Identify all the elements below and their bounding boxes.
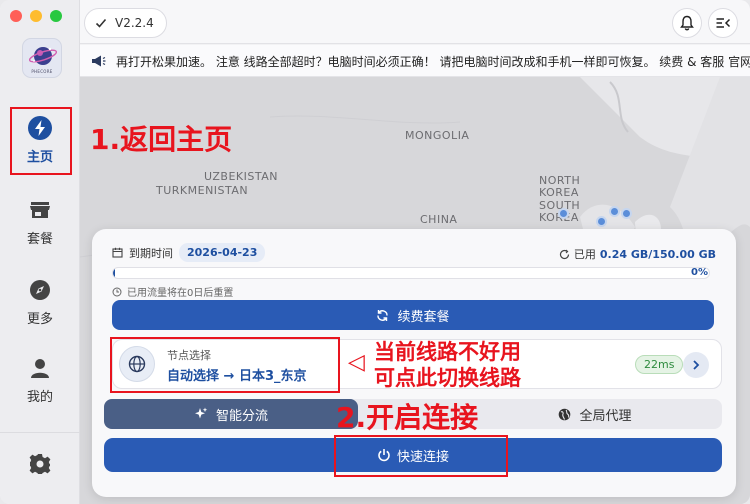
annotation-switch-line-2: 可点此切换线路 <box>374 366 521 390</box>
annotation-arrow: ◁ <box>348 350 365 375</box>
renew-plan-label: 续费套餐 <box>397 309 450 325</box>
map-label-korea-north: KOREA <box>539 186 579 199</box>
version-badge[interactable]: V2.2.4 <box>84 8 167 38</box>
clock-icon <box>112 287 122 296</box>
server-location-dot[interactable] <box>621 208 632 219</box>
usage-progress-fill <box>113 268 115 278</box>
sparkle-icon <box>194 407 208 419</box>
expiry-label: 到期时间 <box>129 246 173 260</box>
sidebar-item-label: 套餐 <box>26 232 53 247</box>
top-bar: V2.2.4 <box>80 0 750 44</box>
map-label-mongolia: MONGOLIA <box>405 129 470 142</box>
menu-collapse-button[interactable] <box>708 8 738 38</box>
reset-text: 已用流量将在0日后重置 <box>127 288 234 299</box>
usage-progress-bar <box>112 267 710 279</box>
app-window: PHECORE 主页 套餐 更多 我的 V2.2.4 再打开松果加速。 注意 线… <box>0 0 750 504</box>
map-label-china: CHINA <box>420 213 458 226</box>
megaphone-icon <box>92 55 106 67</box>
chevron-right-icon <box>693 360 700 370</box>
map-label-uzbekistan: UZBEKISTAN <box>204 170 278 183</box>
notifications-button[interactable] <box>672 8 702 38</box>
bell-icon <box>680 15 694 31</box>
refresh-circle-icon <box>559 249 570 259</box>
window-minimize-button[interactable] <box>30 10 42 22</box>
checkmark-icon <box>95 18 107 28</box>
sidebar-item-more[interactable]: 更多 <box>8 270 72 332</box>
announcement-text: 再打开松果加速。 注意 线路全部超时？电脑时间必须正确！ 请把电脑时间改成和手机… <box>116 55 750 69</box>
announcement-bar: 再打开松果加速。 注意 线路全部超时？电脑时间必须正确！ 请把电脑时间改成和手机… <box>80 45 750 77</box>
usage-row: 已用 0.24 GB/150.00 GB <box>559 246 716 262</box>
usage-value: 0.24 GB/150.00 GB <box>599 247 716 261</box>
compass-icon <box>30 280 50 300</box>
sidebar-divider <box>0 432 80 433</box>
usage-percent: 0% <box>691 267 708 278</box>
logo-text: PHECORE <box>31 69 53 74</box>
node-next-button[interactable] <box>683 352 709 378</box>
sidebar-item-plans[interactable]: 套餐 <box>8 190 72 252</box>
version-text: V2.2.4 <box>115 16 154 30</box>
reset-row: 已用流量将在0日后重置 <box>112 284 233 299</box>
app-logo: PHECORE <box>22 38 62 78</box>
annotation-node-box <box>110 337 340 393</box>
sidebar-item-label: 更多 <box>26 312 53 327</box>
window-zoom-button[interactable] <box>50 10 62 22</box>
server-location-dot[interactable] <box>609 206 620 217</box>
gear-icon[interactable] <box>28 452 52 476</box>
server-location-dot[interactable] <box>558 208 569 219</box>
mode-smart-label: 智能分流 <box>215 408 268 424</box>
mode-global-button[interactable]: 全局代理 <box>468 399 722 429</box>
annotation-home-box <box>10 107 72 175</box>
usage-label: 已用 <box>573 248 596 261</box>
menu-collapse-icon <box>716 18 731 28</box>
renew-plan-button[interactable]: 续费套餐 <box>112 300 714 330</box>
store-icon <box>30 202 50 218</box>
map-label-turkmenistan: TURKMENISTAN <box>156 184 249 197</box>
annotation-connect-text: 2.开启连接 <box>336 401 479 434</box>
annotation-home-text: 1.返回主页 <box>90 123 233 156</box>
calendar-icon <box>112 247 123 258</box>
latency-badge: 22ms <box>635 355 684 374</box>
annotation-connect-box <box>334 435 508 477</box>
server-location-dot[interactable] <box>596 216 607 227</box>
window-close-button[interactable] <box>10 10 22 22</box>
expiry-date-badge: 2026-04-23 <box>179 243 266 262</box>
mode-global-label: 全局代理 <box>579 408 632 424</box>
mode-smart-button[interactable]: 智能分流 <box>104 399 358 429</box>
sidebar-item-me[interactable]: 我的 <box>8 348 72 410</box>
globe-solid-icon <box>559 408 571 420</box>
sidebar: PHECORE 主页 套餐 更多 我的 <box>0 0 80 504</box>
sync-icon <box>377 309 389 321</box>
expiry-row: 到期时间 2026-04-23 <box>112 243 266 262</box>
user-icon <box>31 359 49 378</box>
sidebar-item-label: 我的 <box>26 390 53 405</box>
